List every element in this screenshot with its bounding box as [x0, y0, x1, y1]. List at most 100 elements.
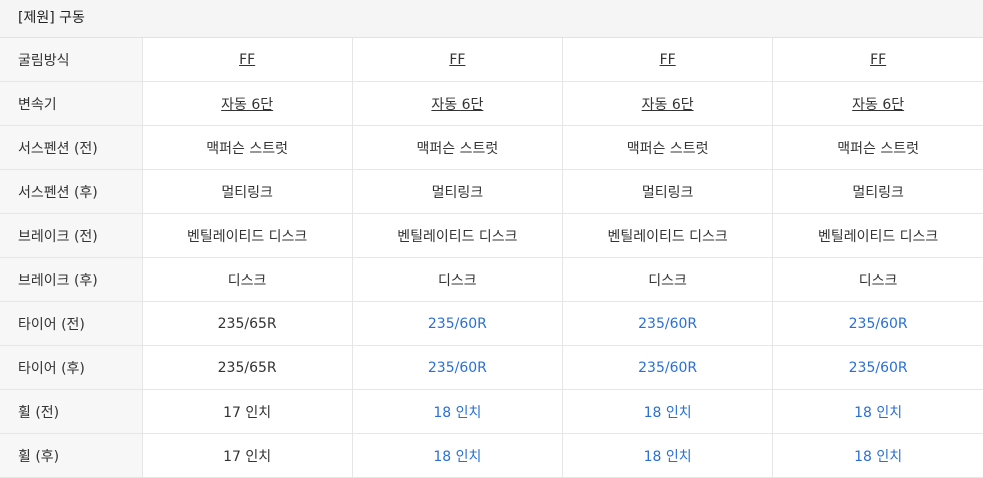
- spec-cell: 맥퍼슨 스트럿: [561, 125, 773, 170]
- spec-value-link[interactable]: FF: [660, 52, 676, 68]
- spec-cell: 디스크: [561, 257, 773, 302]
- row-label: 타이어 (전): [0, 301, 142, 346]
- spec-table-body: 굴림방식 FF FF FF FF 변속기 자동 6단 자동 6단 자동 6단 자동 6단서스펜션 …: [0, 38, 983, 478]
- spec-cell: 멀티링크: [772, 169, 983, 214]
- spec-value-link[interactable]: FF: [870, 52, 886, 68]
- spec-value: 벤틸레이티드 디스크: [186, 228, 308, 245]
- row-label: 타이어 (후): [0, 345, 142, 390]
- spec-cell: 18 인치: [561, 389, 773, 434]
- spec-value: 디스크: [648, 272, 687, 289]
- spec-cell: 235/65R: [141, 301, 353, 346]
- spec-cell: 18 인치: [772, 433, 983, 478]
- spec-cell: 벤틸레이티드 디스크: [772, 213, 983, 258]
- spec-value-highlight: 18 인치: [433, 404, 482, 421]
- spec-cell: 235/60R: [772, 345, 983, 390]
- spec-cell: 디스크: [351, 257, 563, 302]
- spec-value: 벤틸레이티드 디스크: [397, 228, 518, 245]
- spec-cell: FF: [772, 38, 983, 82]
- spec-value: 235/65R: [217, 359, 277, 376]
- row-label: 휠 (후): [0, 433, 142, 478]
- spec-value: 17 인치: [223, 404, 272, 421]
- row-label: 휠 (전): [0, 389, 142, 434]
- table-row: 서스펜션 (후) 멀티링크 멀티링크 멀티링크 멀티링크: [0, 169, 983, 214]
- spec-cell: 벤틸레이티드 디스크: [561, 213, 773, 258]
- spec-cell: 235/60R: [561, 345, 773, 390]
- spec-cell: 18 인치: [561, 433, 773, 478]
- spec-cell: 18 인치: [351, 389, 563, 434]
- spec-value-highlight: 235/60R: [638, 315, 698, 332]
- spec-value: 벤틸레이티드 디스크: [817, 228, 939, 245]
- spec-cell: 235/65R: [141, 345, 353, 390]
- spec-cell: 멀티링크: [561, 169, 773, 214]
- table-row: 변속기 자동 6단 자동 6단 자동 6단 자동 6단: [0, 81, 983, 126]
- spec-cell: 235/60R: [351, 345, 563, 390]
- spec-value: 멀티링크: [641, 184, 694, 201]
- spec-cell: 맥퍼슨 스트럿: [351, 125, 563, 170]
- row-label: 브레이크 (후): [0, 257, 142, 302]
- spec-value: 맥퍼슨 스트럿: [416, 140, 499, 157]
- spec-value-highlight: 235/60R: [427, 315, 487, 332]
- table-row: 브레이크 (후) 디스크 디스크 디스크 디스크: [0, 257, 983, 302]
- spec-value: 멀티링크: [852, 184, 904, 201]
- spec-value: 맥퍼슨 스트럿: [206, 140, 288, 157]
- spec-value-link[interactable]: 자동 6단: [431, 97, 483, 113]
- spec-cell: 멀티링크: [351, 169, 563, 214]
- table-row: 서스펜션 (전) 맥퍼슨 스트럿 맥퍼슨 스트럿 맥퍼슨 스트럿 맥퍼슨 스트럿: [0, 125, 983, 170]
- spec-cell: 디스크: [141, 257, 353, 302]
- spec-value: 디스크: [858, 272, 898, 289]
- spec-value-highlight: 18 인치: [643, 448, 692, 465]
- spec-cell: 235/60R: [561, 301, 773, 346]
- spec-value-link[interactable]: 자동 6단: [221, 97, 273, 113]
- table-row: 타이어 (후) 235/65R 235/60R 235/60R 235/60R: [0, 345, 983, 390]
- spec-cell: 17 인치: [141, 433, 353, 478]
- spec-cell: 벤틸레이티드 디스크: [141, 213, 353, 258]
- spec-value-link[interactable]: 자동 6단: [642, 97, 694, 113]
- table-row: 타이어 (전) 235/65R 235/60R 235/60R 235/60R: [0, 301, 983, 346]
- spec-value: 디스크: [438, 272, 477, 289]
- spec-value: 맥퍼슨 스트럿: [837, 140, 919, 157]
- spec-value: 235/65R: [217, 315, 277, 332]
- spec-value: 디스크: [227, 272, 267, 289]
- spec-cell: 17 인치: [141, 389, 353, 434]
- spec-cell: 18 인치: [772, 389, 983, 434]
- spec-value-highlight: 235/60R: [427, 359, 487, 376]
- spec-table: 굴림방식 FF FF FF FF 변속기 자동 6단 자동 6단 자동 6단 자동 6단서스펜션 …: [0, 38, 983, 478]
- spec-cell: 맥퍼슨 스트럿: [141, 125, 353, 170]
- table-row: 굴림방식 FF FF FF FF: [0, 38, 983, 82]
- spec-value-link[interactable]: 자동 6단: [852, 97, 904, 113]
- spec-value: 벤틸레이티드 디스크: [607, 228, 728, 245]
- spec-value-highlight: 18 인치: [854, 404, 903, 421]
- spec-cell: FF: [561, 38, 773, 82]
- section-title: [제원] 구동: [0, 0, 983, 38]
- table-row: 브레이크 (전) 벤틸레이티드 디스크 벤틸레이티드 디스크 벤틸레이티드 디스크 벤틸…: [0, 213, 983, 258]
- table-row: 휠 (전) 17 인치 18 인치 18 인치 18 인치: [0, 389, 983, 434]
- spec-value-highlight: 18 인치: [643, 404, 692, 421]
- spec-cell: 벤틸레이티드 디스크: [351, 213, 563, 258]
- spec-cell: 235/60R: [351, 301, 563, 346]
- spec-cell: 235/60R: [772, 301, 983, 346]
- spec-value-highlight: 235/60R: [638, 359, 698, 376]
- spec-cell: 멀티링크: [141, 169, 353, 214]
- spec-cell: 자동 6단: [141, 81, 353, 126]
- spec-value-link[interactable]: FF: [239, 52, 255, 68]
- table-row: 휠 (후) 17 인치 18 인치 18 인치 18 인치: [0, 433, 983, 478]
- spec-cell: 디스크: [772, 257, 983, 302]
- spec-value: 멀티링크: [431, 184, 484, 201]
- spec-value: 멀티링크: [221, 184, 273, 201]
- row-label: 변속기: [0, 81, 142, 126]
- spec-value: 17 인치: [223, 448, 272, 465]
- spec-value-highlight: 18 인치: [854, 448, 903, 465]
- spec-value-highlight: 235/60R: [848, 359, 908, 376]
- row-label: 서스펜션 (후): [0, 169, 142, 214]
- spec-cell: 맥퍼슨 스트럿: [772, 125, 983, 170]
- spec-cell: FF: [141, 38, 353, 82]
- spec-cell: 자동 6단: [351, 81, 563, 126]
- row-label: 브레이크 (전): [0, 213, 142, 258]
- spec-value-highlight: 235/60R: [848, 315, 908, 332]
- spec-cell: 18 인치: [351, 433, 563, 478]
- spec-cell: 자동 6단: [561, 81, 773, 126]
- spec-cell: FF: [351, 38, 563, 82]
- row-label: 서스펜션 (전): [0, 125, 142, 170]
- row-label: 굴림방식: [0, 38, 142, 82]
- spec-value-link[interactable]: FF: [449, 52, 465, 68]
